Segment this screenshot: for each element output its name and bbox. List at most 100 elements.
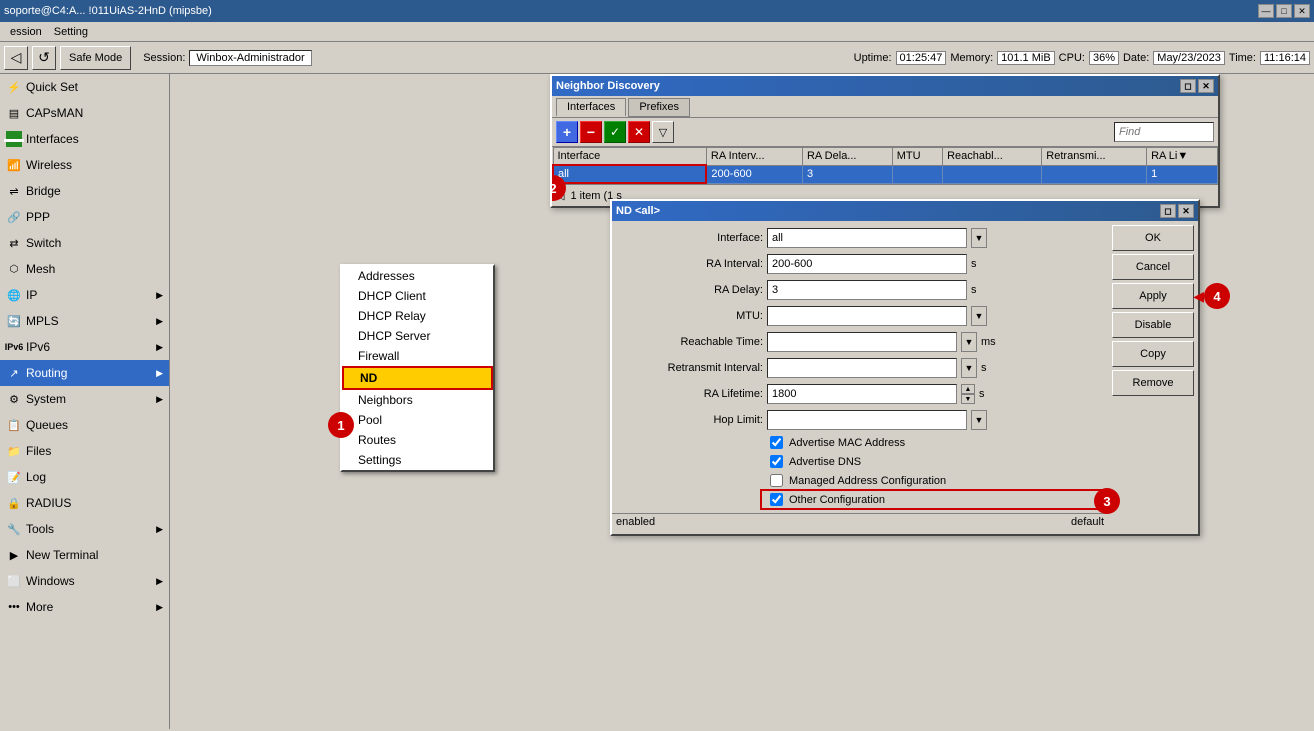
context-menu-item-addresses[interactable]: Addresses — [342, 266, 493, 286]
sidebar-item-wireless[interactable]: 📶 Wireless — [0, 152, 169, 178]
context-menu-item-dhcp-server[interactable]: DHCP Server — [342, 326, 493, 346]
col-ra-li: RA Li▼ — [1147, 148, 1218, 166]
table-row[interactable]: all 200-600 3 1 — [553, 165, 1218, 183]
nd-dialog-restore-btn[interactable]: ◻ — [1160, 204, 1176, 218]
sidebar-item-mesh[interactable]: ⬡ Mesh — [0, 256, 169, 282]
ra-delay-input[interactable] — [767, 280, 967, 300]
sidebar-item-new-terminal[interactable]: ▶ New Terminal — [0, 542, 169, 568]
ra-interval-input[interactable] — [767, 254, 967, 274]
sidebar-item-ip[interactable]: 🌐 IP ▶ — [0, 282, 169, 308]
sidebar-item-more[interactable]: ••• More ▶ — [0, 594, 169, 620]
reachable-dropdown[interactable]: ▼ — [961, 332, 977, 352]
add-btn[interactable]: + — [556, 121, 578, 143]
system-arrow: ▶ — [156, 394, 163, 405]
advertise-dns-checkbox[interactable] — [770, 455, 783, 468]
close-btn[interactable]: ✕ — [1294, 4, 1310, 18]
interface-dropdown[interactable]: ▼ — [971, 228, 987, 248]
form-row-reachable: Reachable Time: ▼ ms — [612, 329, 1108, 355]
context-menu-item-routes[interactable]: Routes — [342, 430, 493, 450]
time-label: Time: — [1229, 52, 1256, 64]
managed-address-checkbox[interactable] — [770, 474, 783, 487]
context-menu-item-settings[interactable]: Settings — [342, 450, 493, 470]
sidebar-item-files[interactable]: 📁 Files — [0, 438, 169, 464]
context-menu-item-nd[interactable]: ND — [342, 366, 493, 390]
mtu-dropdown[interactable]: ▼ — [971, 306, 987, 326]
ok-btn[interactable]: OK — [1112, 225, 1194, 251]
cell-mtu — [892, 165, 942, 183]
other-config-checkbox[interactable] — [770, 493, 783, 506]
menu-ession[interactable]: ession — [4, 24, 48, 40]
sidebar-item-system[interactable]: ⚙ System ▶ — [0, 386, 169, 412]
sidebar-item-ppp[interactable]: 🔗 PPP — [0, 204, 169, 230]
routing-arrow: ▶ — [156, 368, 163, 379]
tab-prefixes[interactable]: Prefixes — [628, 98, 690, 117]
sidebar-label: System — [26, 392, 152, 406]
remove-btn[interactable]: − — [580, 121, 602, 143]
terminal-icon: ▶ — [6, 547, 22, 563]
context-menu-item-dhcp-client[interactable]: DHCP Client — [342, 286, 493, 306]
advertise-mac-checkbox[interactable] — [770, 436, 783, 449]
sidebar-item-radius[interactable]: 🔒 RADIUS — [0, 490, 169, 516]
mtu-input[interactable] — [767, 306, 967, 326]
interface-input[interactable] — [767, 228, 967, 248]
nd-close-btn[interactable]: ✕ — [1198, 79, 1214, 93]
status-enabled: enabled — [616, 516, 655, 528]
sidebar-label: More — [26, 600, 152, 614]
context-menu-item-dhcp-relay[interactable]: DHCP Relay — [342, 306, 493, 326]
cross-btn[interactable]: ✕ — [628, 121, 650, 143]
sidebar-item-log[interactable]: 📝 Log — [0, 464, 169, 490]
copy-btn[interactable]: Copy — [1112, 341, 1194, 367]
sidebar-item-capsman[interactable]: ▤ CAPsMAN — [0, 100, 169, 126]
sidebar-label: PPP — [26, 210, 50, 224]
apply-btn[interactable]: Apply — [1112, 283, 1194, 309]
form-row-ra-lifetime: RA Lifetime: ▲ ▼ s — [612, 381, 1108, 407]
managed-address-label: Managed Address Configuration — [789, 475, 946, 487]
title-bar: soporte@C4:A... !011UiAS-2HnD (mipsbe) —… — [0, 0, 1314, 22]
remove-btn-dialog[interactable]: Remove — [1112, 370, 1194, 396]
nd-dialog-title: ND <all> — [616, 205, 1158, 217]
context-menu-item-neighbors[interactable]: Neighbors — [342, 390, 493, 410]
sidebar-item-tools[interactable]: 🔧 Tools ▶ — [0, 516, 169, 542]
hop-limit-input[interactable] — [767, 410, 967, 430]
spinner-down[interactable]: ▼ — [961, 394, 975, 404]
check-btn[interactable]: ✓ — [604, 121, 626, 143]
tab-interfaces[interactable]: Interfaces — [556, 98, 626, 117]
hop-limit-dropdown[interactable]: ▼ — [971, 410, 987, 430]
nd-dialog-close-btn[interactable]: ✕ — [1178, 204, 1194, 218]
sidebar-item-bridge[interactable]: ⇌ Bridge — [0, 178, 169, 204]
back-btn[interactable]: ◁ — [4, 46, 28, 70]
ip-icon: 🌐 — [6, 287, 22, 303]
filter-btn[interactable]: ▽ — [652, 121, 674, 143]
sidebar-label: IPv6 — [26, 340, 152, 354]
reachable-unit: ms — [981, 336, 996, 348]
sidebar-item-interfaces[interactable]: ▬▬ Interfaces — [0, 126, 169, 152]
context-menu-item-firewall[interactable]: Firewall — [342, 346, 493, 366]
disable-btn[interactable]: Disable — [1112, 312, 1194, 338]
sidebar-item-ipv6[interactable]: IPv6 IPv6 ▶ — [0, 334, 169, 360]
nd-table-area: 2 Interface RA Interv... RA Dela... MTU … — [552, 147, 1218, 206]
sidebar-item-windows[interactable]: ⬜ Windows ▶ — [0, 568, 169, 594]
nd-restore-btn[interactable]: ◻ — [1180, 79, 1196, 93]
col-ra-delay: RA Dela... — [802, 148, 892, 166]
context-menu-item-pool[interactable]: Pool — [342, 410, 493, 430]
menu-setting[interactable]: Setting — [48, 24, 94, 40]
refresh-btn[interactable]: ↺ — [32, 46, 56, 70]
retransmit-input[interactable] — [767, 358, 957, 378]
spinner-up[interactable]: ▲ — [961, 384, 975, 394]
reachable-input[interactable] — [767, 332, 957, 352]
sidebar-item-quick-set[interactable]: ⚡ Quick Set — [0, 74, 169, 100]
retransmit-dropdown[interactable]: ▼ — [961, 358, 977, 378]
sidebar-item-queues[interactable]: 📋 Queues — [0, 412, 169, 438]
find-input[interactable] — [1114, 122, 1214, 142]
sidebar-item-routing[interactable]: ↗ Routing ▶ — [0, 360, 169, 386]
queues-icon: 📋 — [6, 417, 22, 433]
retransmit-unit: s — [981, 362, 987, 374]
ra-lifetime-input[interactable] — [767, 384, 957, 404]
cancel-btn[interactable]: Cancel — [1112, 254, 1194, 280]
sidebar-item-mpls[interactable]: 🔄 MPLS ▶ — [0, 308, 169, 334]
maximize-btn[interactable]: □ — [1276, 4, 1292, 18]
col-retransmit: Retransmi... — [1042, 148, 1147, 166]
safe-mode-btn[interactable]: Safe Mode — [60, 46, 131, 70]
minimize-btn[interactable]: — — [1258, 4, 1274, 18]
sidebar-item-switch[interactable]: ⇄ Switch — [0, 230, 169, 256]
